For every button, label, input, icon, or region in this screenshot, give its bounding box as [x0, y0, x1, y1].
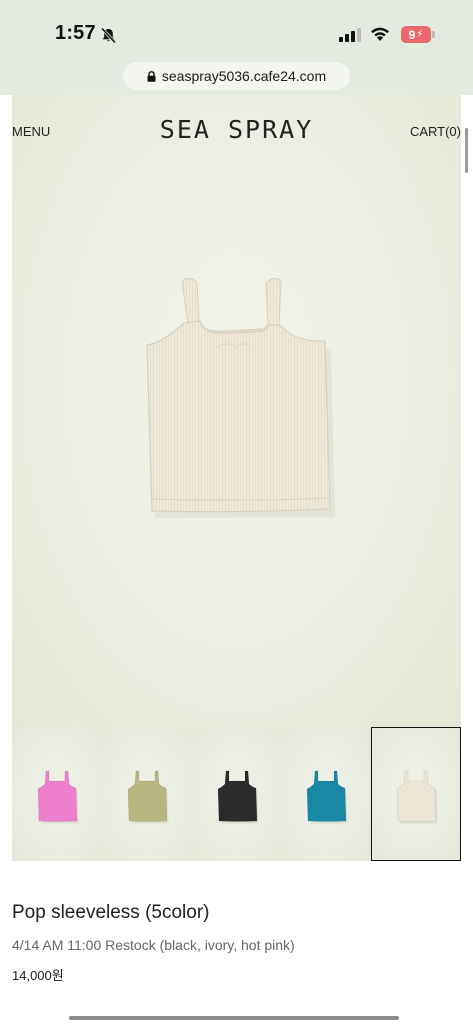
thumbnail-5[interactable] — [371, 727, 461, 861]
thumbnail-2[interactable] — [101, 727, 192, 861]
thumbnail-1[interactable] — [12, 727, 102, 861]
thumbnail-4[interactable] — [281, 727, 372, 861]
address-bar[interactable]: seaspray5036.cafe24.com — [123, 62, 350, 90]
site-logo[interactable]: SEA SPRAY — [0, 115, 473, 144]
tank-top-image — [146, 277, 335, 518]
product-description: 4/14 AM 11:00 Restock (black, ivory, hot… — [12, 937, 295, 953]
thumbnail-3[interactable] — [191, 727, 282, 861]
tank-top-thumbnail-image — [217, 770, 259, 824]
battery-cap — [432, 31, 435, 38]
status-time: 1:57 — [55, 22, 96, 44]
browser-chrome: 1:57 9 ⚡ seaspray5036.cafe24.com — [0, 0, 473, 95]
product-name: Pop sleeveless (5color) — [12, 902, 210, 923]
product-price: 14,000원 — [12, 968, 64, 983]
main-product-image[interactable] — [12, 95, 461, 727]
bell-slash-icon — [100, 27, 117, 44]
tank-top-thumbnail-image — [37, 770, 79, 824]
battery-icon: 9 ⚡ — [401, 26, 431, 43]
signal-icon — [339, 28, 361, 42]
home-indicator[interactable] — [69, 1016, 399, 1020]
lock-icon — [147, 70, 156, 82]
url-text: seaspray5036.cafe24.com — [161, 68, 327, 84]
wifi-icon — [371, 27, 389, 41]
tank-top-thumbnail-image — [307, 770, 348, 824]
tank-top-thumbnail-image — [396, 770, 438, 824]
scrollbar[interactable] — [465, 128, 468, 173]
cart-button[interactable]: CART(0) — [410, 124, 461, 139]
tank-top-thumbnail-image — [127, 770, 169, 824]
battery-level: 9 — [408, 27, 416, 42]
thumbnail-strip — [12, 727, 461, 861]
site-header: MENU SEA SPRAY CART(0) — [0, 95, 473, 170]
